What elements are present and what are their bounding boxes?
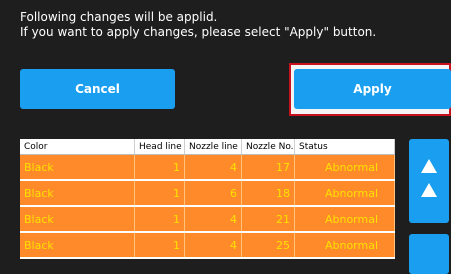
cell-head-line: 1 (135, 233, 185, 257)
table-row[interactable]: Black 1 4 17 Abnormal (20, 155, 395, 181)
cell-status: Abnormal (295, 207, 395, 231)
cell-nozzle-line: 6 (185, 181, 242, 205)
column-header-status: Status (295, 139, 395, 154)
table-row[interactable]: Black 1 4 25 Abnormal (20, 233, 395, 259)
cell-nozzle-line: 4 (185, 155, 242, 179)
cell-head-line: 1 (135, 155, 185, 179)
column-header-nozzle-no: Nozzle No. (242, 139, 295, 154)
nozzle-status-table: Color Head line Nozzle line Nozzle No. S… (20, 139, 395, 259)
column-header-nozzle-line: Nozzle line (185, 139, 242, 154)
apply-button[interactable]: Apply (294, 69, 451, 109)
cell-nozzle-no: 18 (242, 181, 295, 205)
cell-color: Black (20, 207, 135, 231)
cell-status: Abnormal (295, 233, 395, 257)
column-header-color: Color (20, 139, 135, 154)
confirmation-message: Following changes will be applid. If you… (20, 10, 376, 40)
cell-head-line: 1 (135, 207, 185, 231)
cell-nozzle-no: 21 (242, 207, 295, 231)
up-arrow-icon (421, 159, 437, 173)
cell-color: Black (20, 233, 135, 257)
cell-nozzle-no: 25 (242, 233, 295, 257)
cell-head-line: 1 (135, 181, 185, 205)
cell-status: Abnormal (295, 181, 395, 205)
up-arrow-icon (421, 183, 437, 197)
cell-color: Black (20, 155, 135, 179)
cell-nozzle-line: 4 (185, 233, 242, 257)
table-row[interactable]: Black 1 4 21 Abnormal (20, 207, 395, 233)
cell-nozzle-line: 4 (185, 207, 242, 231)
table-header: Color Head line Nozzle line Nozzle No. S… (20, 139, 395, 155)
cell-status: Abnormal (295, 155, 395, 179)
scroll-down-button[interactable] (409, 234, 449, 274)
table-row[interactable]: Black 1 6 18 Abnormal (20, 181, 395, 207)
cell-color: Black (20, 181, 135, 205)
message-line-1: Following changes will be applid. (20, 10, 218, 24)
message-line-2: If you want to apply changes, please sel… (20, 25, 377, 39)
column-header-head-line: Head line (135, 139, 185, 154)
scroll-up-button[interactable] (409, 139, 449, 223)
cell-nozzle-no: 17 (242, 155, 295, 179)
cancel-button[interactable]: Cancel (20, 69, 175, 109)
